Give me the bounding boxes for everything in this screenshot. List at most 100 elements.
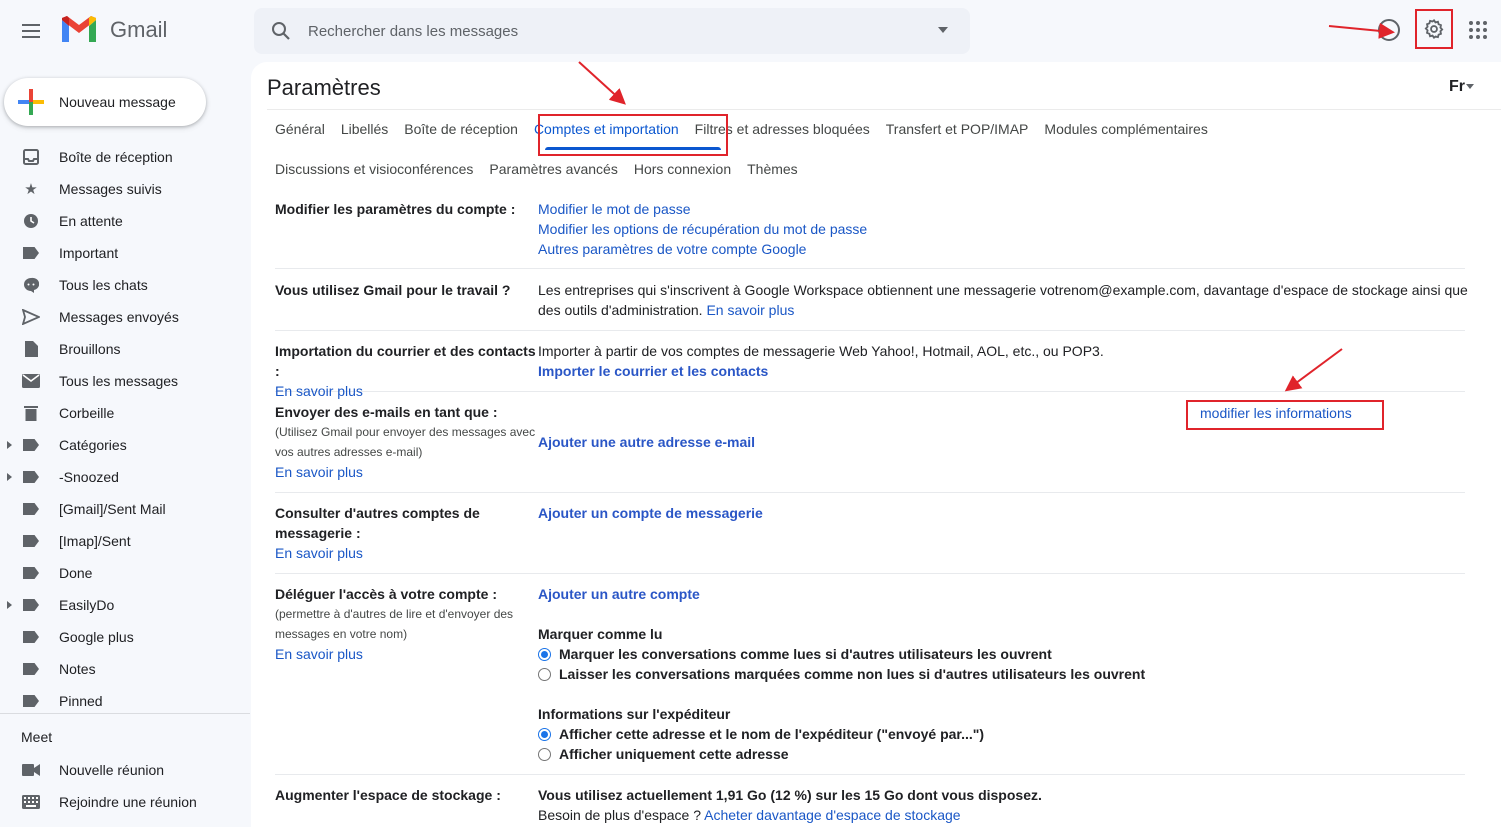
row-note: (Utilisez Gmail pour envoyer des message… — [275, 425, 536, 459]
sidebar-item-trash[interactable]: Corbeille — [0, 397, 250, 429]
meet-item-label: Rejoindre une réunion — [59, 794, 197, 810]
support-icon[interactable] — [1378, 19, 1400, 41]
label-icon — [22, 501, 40, 517]
sender-option-1[interactable]: Afficher cette adresse et le nom de l'ex… — [538, 724, 1468, 744]
settings-row-import: Importation du courrier et des contacts … — [275, 341, 1465, 399]
tab-offline[interactable]: Hors connexion — [634, 161, 731, 177]
expand-arrow-icon[interactable] — [7, 473, 12, 481]
sender-option-2[interactable]: Afficher uniquement cette adresse — [538, 744, 1468, 764]
tab-advanced[interactable]: Paramètres avancés — [489, 161, 617, 177]
tab-themes[interactable]: Thèmes — [747, 161, 798, 177]
language-chevron-down-icon[interactable] — [1466, 84, 1474, 89]
tab-chat-meet[interactable]: Discussions et visioconférences — [275, 161, 473, 177]
edit-info-link[interactable]: modifier les informations — [1200, 405, 1352, 421]
label-icon — [22, 565, 40, 581]
sidebar-item-label: Corbeille — [59, 405, 115, 421]
main-menu-icon[interactable] — [16, 16, 46, 46]
meet-join-meeting[interactable]: Rejoindre une réunion — [0, 786, 250, 818]
recovery-options-link[interactable]: Modifier les options de récupération du … — [538, 221, 867, 237]
row-label: Importation du courrier et des contacts … — [275, 343, 536, 379]
sidebar-item-starred[interactable]: ★ Messages suivis — [0, 173, 250, 205]
import-description: Importer à partir de vos comptes de mess… — [538, 343, 1104, 359]
row-label: Consulter d'autres comptes de messagerie… — [275, 505, 480, 541]
label-icon — [22, 693, 40, 709]
sidebar-item-label: En attente — [59, 213, 123, 229]
buy-storage-link[interactable]: Acheter davantage d'espace de stockage — [704, 807, 960, 823]
sidebar-item-inbox[interactable]: Boîte de réception — [0, 141, 250, 173]
add-mail-account-link[interactable]: Ajouter un compte de messagerie — [538, 505, 763, 521]
sidebar-item-snoozed-label[interactable]: -Snoozed — [0, 461, 250, 493]
learn-more-link[interactable]: En savoir plus — [275, 545, 363, 561]
settings-gear-button[interactable] — [1415, 9, 1453, 49]
mark-as-read-title: Marquer comme lu — [538, 626, 663, 642]
search-options-chevron-down-icon[interactable] — [938, 27, 948, 33]
option-label: Afficher cette adresse et le nom de l'ex… — [559, 726, 985, 742]
sidebar-item-important[interactable]: Important — [0, 237, 250, 269]
search-input[interactable] — [308, 18, 908, 44]
work-description: Les entreprises qui s'inscrivent à Googl… — [538, 282, 1468, 318]
tab-labels[interactable]: Libellés — [341, 121, 388, 137]
option-label: Afficher uniquement cette adresse — [559, 746, 789, 762]
google-apps-icon[interactable] — [1469, 21, 1487, 39]
edit-info-annotation[interactable]: modifier les informations — [1186, 400, 1384, 430]
label-icon — [22, 629, 40, 645]
sidebar-item-chats[interactable]: Tous les chats — [0, 269, 250, 301]
search-icon[interactable] — [270, 20, 292, 42]
learn-more-link[interactable]: En savoir plus — [275, 383, 363, 399]
storage-question: Besoin de plus d'espace ? — [538, 807, 702, 823]
sidebar-item-sent[interactable]: Messages envoyés — [0, 301, 250, 333]
sidebar-item-easilydo[interactable]: EasilyDo — [0, 589, 250, 621]
sidebar-item-notes[interactable]: Notes — [0, 653, 250, 685]
search-bar[interactable] — [254, 8, 970, 54]
tab-general[interactable]: Général — [275, 121, 325, 137]
settings-row-delegate: Déléguer l'accès à votre compte : (perme… — [275, 584, 1465, 775]
input-tools-language[interactable]: Fr — [1449, 78, 1465, 96]
settings-tabs-row-2: Discussions et visioconférences Paramètr… — [275, 161, 798, 177]
sidebar-item-categories[interactable]: Catégories — [0, 429, 250, 461]
sidebar-item-google-plus[interactable]: Google plus — [0, 621, 250, 653]
mail-icon — [22, 373, 40, 389]
import-mail-contacts-link[interactable]: Importer le courrier et les contacts — [538, 363, 768, 379]
radio-selected[interactable] — [538, 728, 551, 741]
settings-row-work: Vous utilisez Gmail pour le travail ? Le… — [275, 280, 1468, 331]
change-password-link[interactable]: Modifier le mot de passe — [538, 201, 691, 217]
sidebar-item-snoozed[interactable]: En attente — [0, 205, 250, 237]
gear-icon — [1424, 18, 1444, 40]
mark-read-option-1[interactable]: Marquer les conversations comme lues si … — [538, 644, 1468, 664]
radio-unselected[interactable] — [538, 668, 551, 681]
expand-arrow-icon[interactable] — [7, 441, 12, 449]
sidebar-nav: Boîte de réception ★ Messages suivis En … — [0, 141, 250, 717]
send-icon — [22, 309, 40, 325]
label-icon — [22, 469, 40, 485]
active-tab-indicator — [545, 147, 721, 150]
learn-more-link[interactable]: En savoir plus — [275, 646, 363, 662]
gmail-logo[interactable] — [60, 14, 98, 44]
plus-icon — [18, 89, 44, 115]
mark-read-option-2[interactable]: Laisser les conversations marquées comme… — [538, 664, 1468, 684]
tab-forwarding[interactable]: Transfert et POP/IMAP — [886, 121, 1029, 137]
add-email-address-link[interactable]: Ajouter une autre adresse e-mail — [538, 434, 755, 450]
sidebar-item-drafts[interactable]: Brouillons — [0, 333, 250, 365]
google-account-settings-link[interactable]: Autres paramètres de votre compte Google — [538, 241, 806, 257]
radio-selected[interactable] — [538, 648, 551, 661]
row-label: Envoyer des e-mails en tant que : — [275, 404, 498, 420]
sidebar-item-gmail-sent-mail[interactable]: [Gmail]/Sent Mail — [0, 493, 250, 525]
radio-unselected[interactable] — [538, 748, 551, 761]
chat-icon — [22, 277, 40, 293]
compose-label: Nouveau message — [59, 94, 176, 110]
add-another-account-link[interactable]: Ajouter un autre compte — [538, 586, 700, 602]
expand-arrow-icon[interactable] — [7, 601, 12, 609]
learn-more-link[interactable]: En savoir plus — [275, 464, 363, 480]
tab-inbox[interactable]: Boîte de réception — [404, 121, 518, 137]
compose-button[interactable]: Nouveau message — [4, 78, 206, 126]
tab-addons[interactable]: Modules complémentaires — [1044, 121, 1207, 137]
sidebar-item-label: Tous les chats — [59, 277, 148, 293]
row-label: Vous utilisez Gmail pour le travail ? — [275, 282, 511, 298]
sidebar-item-done[interactable]: Done — [0, 557, 250, 589]
sidebar-item-imap-sent[interactable]: [Imap]/Sent — [0, 525, 250, 557]
learn-more-link[interactable]: En savoir plus — [706, 302, 794, 318]
sidebar-item-label: [Gmail]/Sent Mail — [59, 501, 166, 517]
row-label: Déléguer l'accès à votre compte : — [275, 586, 497, 602]
sidebar-item-all-mail[interactable]: Tous les messages — [0, 365, 250, 397]
meet-new-meeting[interactable]: Nouvelle réunion — [0, 754, 250, 786]
